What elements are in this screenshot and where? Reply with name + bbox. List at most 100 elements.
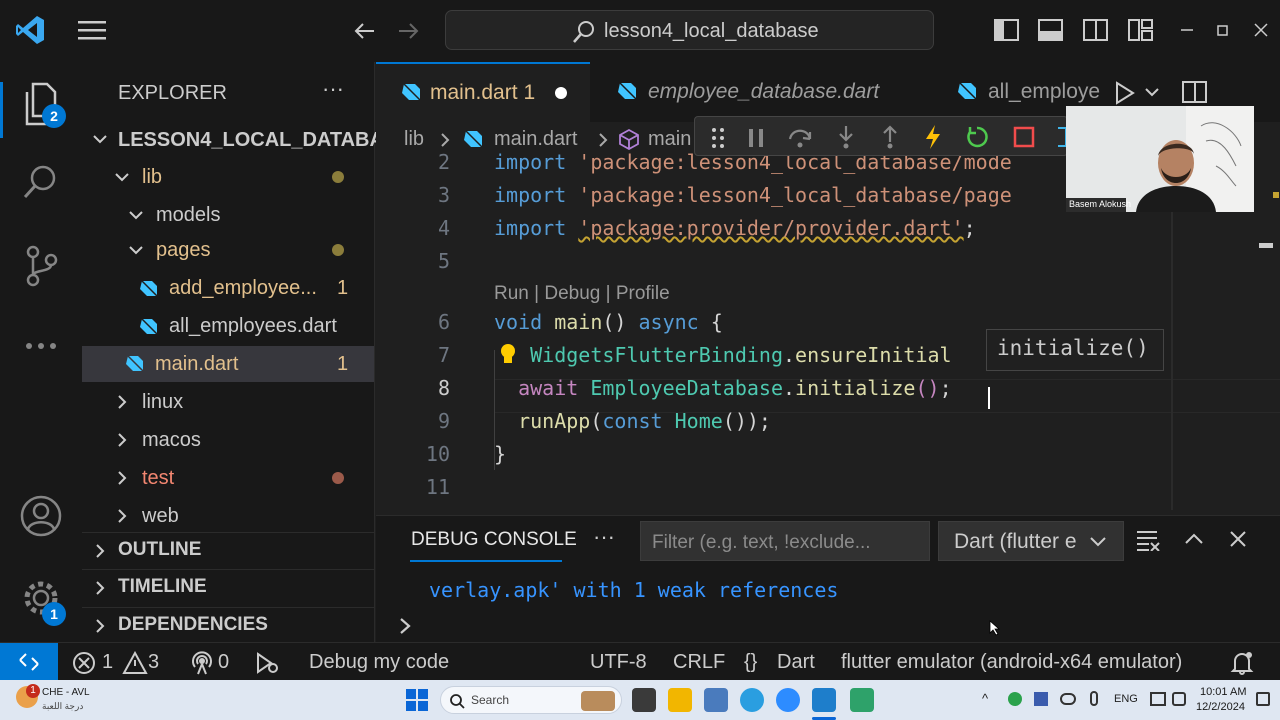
toggle-primary-sidebar-icon[interactable] [994,18,1020,42]
tree-item-main-dart[interactable]: main.dart 1 [82,346,374,382]
cloud-tray-icon[interactable] [1060,693,1076,705]
task-view-icon[interactable] [632,688,656,712]
more-views-icon[interactable] [0,334,82,358]
account-icon[interactable] [0,494,82,538]
tree-item-linux[interactable]: linux [82,385,374,419]
tree-item-add-employee[interactable]: add_employee... 1 [82,271,374,305]
search-view-icon[interactable] [0,162,82,202]
panel-more-button[interactable]: ··· [593,524,615,550]
tree-item-lib[interactable]: lib [82,160,374,194]
notification-center-icon[interactable] [1256,692,1270,706]
taskbar-search-box[interactable]: Search [440,686,622,714]
line-number: 8 [437,376,450,400]
tree-item-web[interactable]: web [82,499,374,533]
tree-item-pages[interactable]: pages [82,233,374,267]
display-tray-icon[interactable] [1150,692,1166,706]
close-panel-icon[interactable] [1229,530,1247,548]
device-selector[interactable]: flutter emulator (android-x64 emulator) [841,651,1182,674]
split-editor-icon[interactable] [1182,80,1208,104]
debug-session-select[interactable]: Dart (flutter e [938,521,1124,561]
file-explorer-icon[interactable] [668,688,692,712]
tab-main-dart[interactable]: main.dart 1 [376,62,590,122]
remote-button[interactable] [0,643,58,681]
snipping-tool-icon[interactable] [704,688,728,712]
participant-name: Basem Alokush [1069,199,1132,209]
toggle-panel-icon[interactable] [1038,18,1064,42]
debug-session-value: Dart (flutter e [954,530,1077,553]
minimap-slider[interactable] [1259,243,1273,248]
step-over-icon[interactable] [787,125,813,149]
restore-button[interactable] [1216,18,1230,42]
explorer-more-button[interactable]: ··· [322,76,344,102]
unsaved-dot-icon[interactable] [555,87,568,99]
code-line: WidgetsFlutterBinding.ensureInitial [530,343,952,367]
notifications-bell-icon[interactable] [1230,651,1254,675]
lightbulb-icon[interactable] [498,342,518,366]
section-timeline[interactable]: TIMELINE [82,569,374,605]
chevron-down-icon [1089,534,1107,550]
toggle-secondary-sidebar-icon[interactable] [1083,18,1109,42]
step-into-icon[interactable] [835,125,857,149]
microphone-icon[interactable] [1090,691,1098,706]
close-window-button[interactable] [1254,18,1268,42]
forward-arrow-icon[interactable] [397,19,421,43]
tree-item-test[interactable]: test [82,461,374,495]
breadcrumb-symbol[interactable]: main [648,128,691,151]
step-out-icon[interactable] [879,125,901,149]
vscode-taskbar-icon[interactable] [812,688,836,712]
security-tray-icon[interactable] [1008,692,1022,706]
run-dropdown-icon[interactable] [1144,84,1160,100]
app-tray-icon[interactable] [1034,692,1048,706]
chevron-down-icon [128,242,144,258]
edge-browser-icon[interactable] [740,688,764,712]
debug-config[interactable]: Debug my code [255,643,465,681]
drag-handle-icon[interactable] [711,127,725,149]
menu-icon[interactable] [78,18,108,42]
braces-icon: {} [744,651,758,673]
zoom-app-icon[interactable] [776,688,800,712]
tab-debug-console[interactable]: DEBUG CONSOLE [411,529,577,551]
problem-count: 1 [337,277,349,299]
chevron-right-icon [92,580,108,596]
maximize-panel-icon[interactable] [1184,531,1204,547]
encoding[interactable]: UTF-8 [590,651,647,674]
tree-item-models[interactable]: models [82,198,374,232]
explorer-icon[interactable]: 2 [0,82,82,128]
section-dependencies[interactable]: DEPENDENCIES [82,607,374,643]
line-number: 6 [437,310,450,334]
tree-item-macos[interactable]: macos [82,423,374,457]
clock-time[interactable]: 10:01 AM [1200,686,1246,698]
android-studio-icon[interactable] [850,688,874,712]
filter-input[interactable]: Filter (e.g. text, !exclude... [640,521,930,561]
breadcrumb-file[interactable]: main.dart [494,128,577,151]
hot-reload-icon[interactable] [923,124,943,150]
command-center-search[interactable]: lesson4_local_database [445,10,934,50]
volume-icon[interactable] [1172,692,1186,706]
problems-indicator[interactable]: 1 3 [72,643,172,681]
console-prompt-icon[interactable] [398,616,412,636]
back-arrow-icon[interactable] [352,19,376,43]
start-windows-icon[interactable] [406,689,428,711]
settings-gear-icon[interactable]: 1 [0,576,82,626]
run-play-icon[interactable] [1114,81,1136,105]
section-label: OUTLINE [118,539,202,560]
restart-icon[interactable] [965,125,989,149]
stop-icon[interactable] [1013,126,1035,148]
clock-date[interactable]: 12/2/2024 [1196,701,1245,713]
breadcrumb-folder[interactable]: lib [404,128,424,151]
language-indicator[interactable]: ENG [1114,693,1138,705]
source-control-icon[interactable] [0,244,82,288]
clear-console-icon[interactable] [1136,529,1162,551]
tray-overflow-icon[interactable]: ^ [982,691,988,706]
line-ending[interactable]: CRLF [673,651,725,674]
project-root[interactable]: LESSON4_LOCAL_DATABASE [82,122,411,156]
customize-layout-icon[interactable] [1128,18,1154,42]
ports-indicator[interactable]: 0 [190,643,240,681]
pause-icon[interactable] [747,127,765,149]
section-outline[interactable]: OUTLINE [82,532,374,568]
tab-employee-database[interactable]: employee_database.dart [592,62,928,122]
code-lens[interactable]: Run | Debug | Profile [494,280,670,305]
tree-item-all-employees[interactable]: all_employees.dart [82,309,374,343]
language-mode[interactable]: Dart [777,651,815,674]
minimize-button[interactable] [1180,18,1194,42]
